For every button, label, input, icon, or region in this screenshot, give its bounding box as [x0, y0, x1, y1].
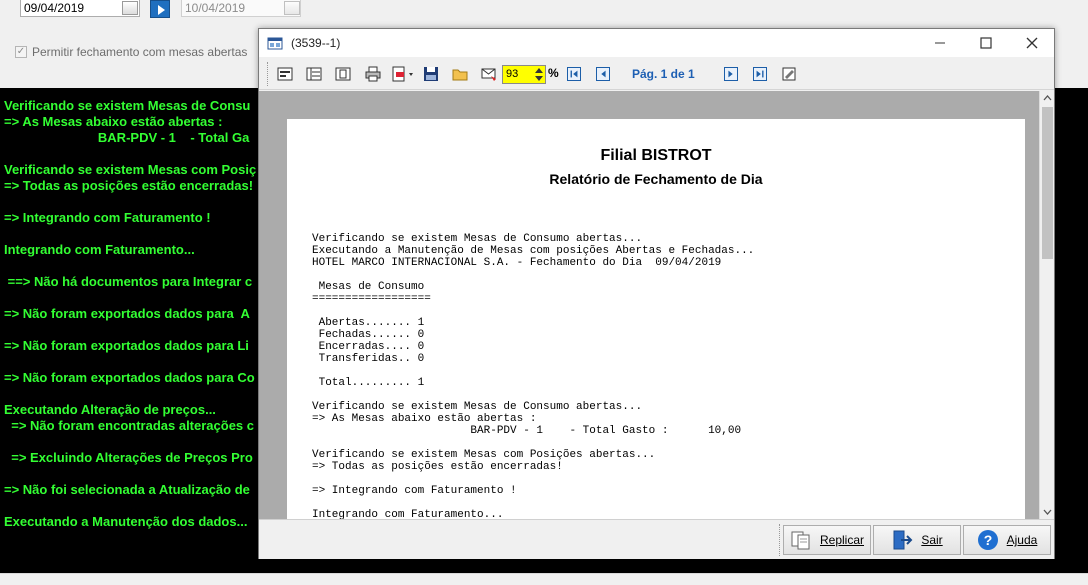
replicar-button[interactable]: Replicar	[783, 525, 871, 555]
page-indicator: Pág. 1 de 1	[632, 67, 695, 81]
status-strip	[0, 573, 1088, 585]
ajuda-label: Ajuda	[1006, 533, 1038, 547]
vertical-scrollbar[interactable]	[1039, 91, 1054, 519]
report-viewer: Filial BISTROT Relatório de Fechamento d…	[259, 91, 1054, 519]
open-folder-icon[interactable]	[452, 66, 468, 82]
report-line: Transferidas.. 0	[312, 353, 425, 365]
report-line: => As Mesas abaixo estão abertas :	[312, 413, 537, 425]
replicar-label: Replicar	[819, 533, 864, 547]
report-line: => Integrando com Faturamento !	[312, 485, 517, 497]
report-line: Abertas....... 1	[312, 317, 425, 329]
console-line: => As Mesas abaixo estão abertas :	[4, 114, 223, 129]
previous-page-icon[interactable]	[596, 67, 610, 81]
console-line: Executando Alteração de preços...	[4, 402, 216, 417]
dialog-button-bar: Replicar Sair ? Ajuda	[259, 519, 1054, 559]
calendar-icon-2[interactable]	[284, 1, 300, 15]
checkbox-icon[interactable]: ✓	[15, 46, 27, 58]
ajuda-button[interactable]: ? Ajuda	[963, 525, 1051, 555]
first-page-icon[interactable]	[567, 67, 581, 81]
report-title: Filial BISTROT	[600, 147, 712, 164]
sair-label: Sair	[921, 533, 943, 547]
email-icon[interactable]	[481, 66, 497, 82]
report-page: Filial BISTROT Relatório de Fechamento d…	[287, 119, 1025, 519]
app-root: 09/04/2019 10/04/2019 ✓ Permitir fechame…	[0, 0, 1088, 585]
minimize-icon	[935, 42, 945, 44]
report-preview-window: (3539--1) 93 % Pág. 1 de 1 Filial BISTRO…	[258, 28, 1055, 559]
close-button[interactable]	[1009, 29, 1055, 57]
console-line: => Integrando com Faturamento !	[4, 210, 211, 225]
console-line: => Não foram exportados dados para A	[4, 306, 250, 321]
console-line: Verificando se existem Mesas com Posiç	[4, 162, 257, 177]
console-line: BAR-PDV - 1 - Total Ga	[4, 130, 250, 145]
svg-text:?: ?	[983, 532, 992, 548]
print-icon[interactable]	[365, 66, 381, 82]
play-button[interactable]	[150, 0, 170, 18]
report-line: ==================	[312, 293, 431, 305]
zoom-unit: %	[548, 66, 559, 80]
copy-documents-icon	[791, 531, 810, 550]
calendar-icon[interactable]	[122, 1, 138, 15]
save-icon[interactable]	[423, 66, 439, 82]
console-line: ==> Não há documentos para Integrar c	[4, 274, 253, 289]
console-line: => Não foram exportados dados para Li	[4, 338, 249, 353]
console-line: => Todas as posições estão encerradas!	[4, 178, 254, 193]
report-subtitle: Relatório de Fechamento de Dia	[549, 171, 763, 187]
report-line: HOTEL MARCO INTERNACIONAL S.A. - Fechame…	[312, 257, 722, 269]
report-line: => Todas as posições estão encerradas!	[312, 461, 563, 473]
report-line: Total......... 1	[312, 377, 425, 389]
permitir-label: Permitir fechamento com mesas abertas	[32, 45, 248, 59]
date-to-field[interactable]: 10/04/2019	[181, 0, 301, 17]
console-line: Verificando se existem Mesas de Consu	[4, 98, 251, 113]
console-line: => Não foram exportados dados para Co	[4, 370, 255, 385]
report-line: Verificando se existem Mesas de Consumo …	[312, 401, 643, 413]
console-line: => Não foi selecionada a Atualização de	[4, 482, 250, 497]
report-line: BAR-PDV - 1 - Total Gasto : 10,00	[312, 425, 742, 437]
console-line: => Não foram encontradas alterações c	[4, 418, 254, 433]
scroll-down-icon[interactable]	[1043, 508, 1052, 516]
maximize-icon	[980, 37, 992, 49]
exit-door-icon	[893, 530, 913, 550]
sair-button[interactable]: Sair	[873, 525, 961, 555]
zoom-spinner[interactable]	[534, 66, 544, 83]
export-pdf-icon[interactable]	[391, 66, 415, 82]
help-icon: ?	[977, 530, 998, 550]
single-page-icon[interactable]	[335, 66, 351, 82]
permitir-checkbox[interactable]: ✓ Permitir fechamento com mesas abertas	[15, 45, 247, 59]
preview-toolbar: 93 % Pág. 1 de 1	[259, 58, 1054, 90]
window-titlebar[interactable]: (3539--1)	[259, 29, 1054, 57]
scroll-up-icon[interactable]	[1043, 94, 1052, 102]
report-line: Verificando se existem Mesas com Posiçõe…	[312, 449, 656, 461]
console-line: Executando a Manutenção dos dados...	[4, 514, 248, 529]
console-line: => Excluindo Alterações de Preços Pro	[4, 450, 253, 465]
report-line: Executando a Manutenção de Mesas com pos…	[312, 245, 755, 257]
report-line: Mesas de Consumo	[312, 281, 425, 293]
scroll-thumb[interactable]	[1042, 107, 1053, 259]
report-line: Integrando com Faturamento...	[312, 509, 504, 519]
report-line: Fechadas...... 0	[312, 329, 425, 341]
last-page-icon[interactable]	[753, 67, 767, 81]
app-icon	[267, 37, 283, 50]
minimize-button[interactable]	[917, 29, 963, 57]
toolbar-grip	[267, 62, 270, 86]
close-icon	[1026, 37, 1038, 49]
tools-icon[interactable]	[781, 66, 797, 82]
report-line: Encerradas.... 0	[312, 341, 425, 353]
console-line: Integrando com Faturamento...	[4, 242, 195, 257]
outline-icon[interactable]	[306, 66, 322, 82]
button-bar-grip	[779, 524, 782, 556]
report-line: Verificando se existem Mesas de Consumo …	[312, 233, 643, 245]
next-page-icon[interactable]	[724, 67, 738, 81]
page-setup-icon[interactable]	[277, 66, 293, 82]
window-title: (3539--1)	[291, 36, 341, 50]
maximize-button[interactable]	[963, 29, 1009, 57]
